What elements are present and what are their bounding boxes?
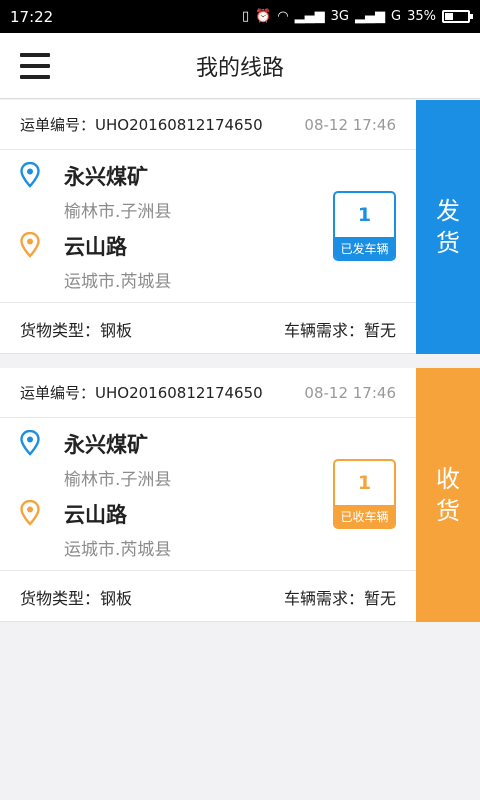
location-pin-orange-icon [20, 232, 40, 258]
origin-place: 永兴煤矿 [64, 165, 148, 189]
route-card[interactable]: 运单编号：UHO20160812174650 08-12 17:46 永兴煤矿 … [0, 368, 480, 622]
route-card[interactable]: 运单编号：UHO20160812174650 08-12 17:46 永兴煤矿 … [0, 100, 480, 354]
origin-region: 榆林市.子洲县 [64, 202, 172, 222]
ship-button-label-1: 发 [436, 197, 460, 225]
vehicle-label: 已发车辆 [335, 237, 394, 259]
cargo-type: 货物类型：钢板 [20, 588, 133, 608]
hamburger-menu-icon[interactable] [20, 53, 50, 79]
destination-region: 运城市.芮城县 [64, 272, 172, 292]
receive-button-label-1: 收 [436, 465, 460, 493]
receive-button[interactable]: 收 货 [416, 368, 480, 622]
battery-icon [442, 10, 473, 23]
ship-button-label-2: 货 [436, 229, 460, 257]
route-info: 永兴煤矿 榆林市.子洲县 云山路 运城市.芮城县 1 已收车辆 [0, 418, 416, 571]
cargo-type: 货物类型：钢板 [20, 320, 133, 340]
status-bar: 17:22 ▯ ⏰ ◠ ▂▄▆ 3G ▂▄▆ G 35% [0, 0, 480, 33]
card-header: 运单编号：UHO20160812174650 08-12 17:46 [0, 368, 416, 418]
order-number: 运单编号：UHO20160812174650 [20, 384, 263, 402]
destination-place: 云山路 [64, 503, 127, 527]
ship-button[interactable]: 发 货 [416, 100, 480, 354]
origin-place: 永兴煤矿 [64, 433, 148, 457]
alarm-icon: ⏰ [255, 9, 272, 24]
vehicle-count-badge[interactable]: 1 已收车辆 [333, 459, 396, 529]
wifi-icon: ◠ [277, 9, 289, 24]
vehicle-label: 已收车辆 [335, 505, 394, 527]
signal-icon-2: ▂▄▆ [355, 9, 386, 24]
origin-region: 榆林市.子洲县 [64, 470, 172, 490]
card-footer: 货物类型：钢板 车辆需求：暂无 [0, 303, 416, 354]
order-time: 08-12 17:46 [304, 115, 396, 134]
location-pin-blue-icon [20, 430, 40, 456]
network-type: 3G [330, 9, 350, 24]
page-title: 我的线路 [195, 55, 284, 81]
card-footer: 货物类型：钢板 车辆需求：暂无 [0, 571, 416, 622]
vehicle-demand: 车辆需求：暂无 [283, 588, 396, 608]
destination-region: 运城市.芮城县 [64, 540, 172, 560]
vibrate-icon: ▯ [241, 9, 250, 24]
card-header: 运单编号：UHO20160812174650 08-12 17:46 [0, 100, 416, 150]
status-icons: ▯ ⏰ ◠ ▂▄▆ 3G ▂▄▆ G 35% [241, 9, 473, 24]
destination-place: 云山路 [64, 235, 127, 259]
location-pin-orange-icon [20, 500, 40, 526]
vehicle-count-badge[interactable]: 1 已发车辆 [333, 191, 396, 261]
vehicle-count: 1 [357, 204, 372, 226]
vehicle-demand: 车辆需求：暂无 [283, 320, 396, 340]
order-time: 08-12 17:46 [304, 383, 396, 402]
location-pin-blue-icon [20, 162, 40, 188]
app-header: 我的线路 [0, 33, 480, 99]
order-number: 运单编号：UHO20160812174650 [20, 116, 263, 134]
status-time: 17:22 [10, 7, 54, 26]
battery-percent: 35% [407, 9, 436, 24]
vehicle-count: 1 [357, 472, 372, 494]
receive-button-label-2: 货 [436, 497, 460, 525]
network-type-2: G [391, 9, 402, 24]
signal-icon: ▂▄▆ [294, 9, 325, 24]
route-info: 永兴煤矿 榆林市.子洲县 云山路 运城市.芮城县 1 已发车辆 [0, 150, 416, 303]
